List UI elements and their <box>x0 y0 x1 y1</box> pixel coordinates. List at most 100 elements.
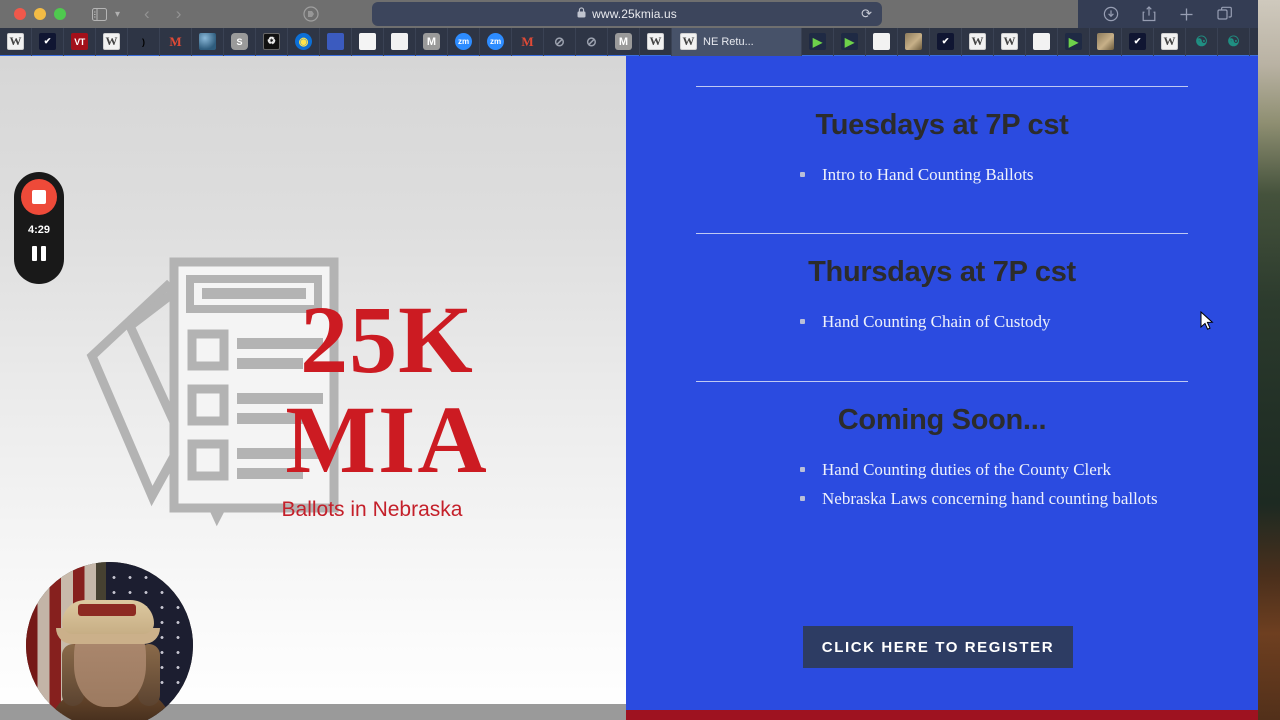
w-icon: W <box>7 33 24 50</box>
logo-line-1: 25K <box>300 286 474 393</box>
bookmark-item[interactable] <box>866 27 898 56</box>
bookmark-item[interactable]: M <box>512 27 544 56</box>
stop-recording-icon[interactable] <box>21 179 57 215</box>
chevron-down-icon[interactable]: ▾ <box>115 9 120 20</box>
privacy-shield-icon[interactable] <box>303 6 319 22</box>
bookmark-item[interactable]: W <box>994 27 1026 56</box>
bookmark-item[interactable]: ▶ <box>1058 27 1090 56</box>
bookmark-item[interactable]: ✔ <box>1122 27 1154 56</box>
bookmark-item[interactable]: ⊘ <box>544 27 576 56</box>
bookmark-item[interactable]: zm <box>480 27 512 56</box>
cap-band <box>78 604 136 616</box>
bookmark-item[interactable] <box>1026 27 1058 56</box>
reload-icon[interactable]: ⟳ <box>861 6 872 22</box>
browser-toolbar: ▾ ‹ › www.25kmia.us ⟳ <box>0 0 1258 28</box>
list-item: Hand Counting duties of the County Clerk <box>800 458 1258 483</box>
bookmark-item[interactable] <box>192 27 224 56</box>
bookmark-item[interactable]: ⊘ <box>576 27 608 56</box>
bookmark-item[interactable]: ✔ <box>32 27 64 56</box>
active-tab[interactable]: W NE Retu... <box>672 27 802 56</box>
bookmark-item[interactable]: W <box>1154 27 1186 56</box>
tab-list: ▶▶✔WW▶✔W☯☯☯☯ <box>802 27 1258 56</box>
zoom-icon: zm <box>487 33 504 50</box>
photo-icon <box>905 33 922 50</box>
register-button[interactable]: CLICK HERE TO REGISTER <box>803 626 1073 668</box>
w-icon: W <box>680 33 697 50</box>
sidebar-toggle-icon[interactable] <box>92 7 107 21</box>
app-icon: ♻ <box>263 33 280 50</box>
checkmark-icon: ✔ <box>1129 33 1146 50</box>
bookmark-list: W ✔ VT W) M S ♻ ◉ Mzm zm M ⊘ ⊘ M W <box>0 27 672 56</box>
s-icon: S <box>231 33 248 50</box>
bookmark-item[interactable]: S <box>224 27 256 56</box>
new-tab-icon[interactable] <box>1179 7 1194 22</box>
screen-recorder-widget[interactable]: 4:29 <box>14 172 64 284</box>
maximize-window-button[interactable] <box>54 8 66 20</box>
w-icon: W <box>1001 33 1018 50</box>
bookmark-item[interactable]: W <box>96 27 128 56</box>
list-item: Nebraska Laws concerning hand counting b… <box>800 487 1258 512</box>
back-arrow-icon[interactable]: ‹ <box>144 4 150 24</box>
bookmark-item[interactable]: ☯ <box>1218 27 1250 56</box>
bookmark-item[interactable]: zm <box>448 27 480 56</box>
bookmark-item[interactable]: W <box>962 27 994 56</box>
section-heading: Thursdays at 7P cst <box>808 256 1076 288</box>
checkmark-icon: ✔ <box>937 33 954 50</box>
skype-icon: ☯ <box>1257 33 1258 50</box>
pen-icon <box>1033 33 1050 50</box>
w-icon: W <box>969 33 986 50</box>
bookmark-item[interactable]: ☯ <box>1250 28 1258 56</box>
bookmark-item[interactable]: ☯ <box>1186 27 1218 56</box>
bookmark-item[interactable]: ) <box>128 27 160 56</box>
w-icon: W <box>1161 33 1178 50</box>
bookmark-item[interactable] <box>352 27 384 56</box>
tab-overview-icon[interactable] <box>1217 6 1233 22</box>
bookmark-item[interactable]: ♻ <box>256 27 288 56</box>
lock-icon <box>577 5 586 23</box>
mouse-pointer <box>1200 311 1214 330</box>
bookmark-item[interactable]: ✔ <box>930 27 962 56</box>
bookmark-item[interactable]: M <box>608 27 640 56</box>
forward-arrow-icon[interactable]: › <box>176 4 182 24</box>
footer-red-strip <box>626 710 1258 720</box>
section-item-list: Hand Counting Chain of Custody <box>626 310 1258 335</box>
bookmark-item[interactable]: VT <box>64 27 96 56</box>
bookmark-item[interactable] <box>1090 27 1122 56</box>
bookmark-item[interactable]: ▶ <box>834 27 866 56</box>
safari-icon: ⊘ <box>586 33 597 49</box>
checkmark-icon: ✔ <box>39 33 56 50</box>
url-text: www.25kmia.us <box>592 7 677 21</box>
blue-circle-icon: ◉ <box>295 33 312 50</box>
section-divider <box>696 381 1188 382</box>
window-controls[interactable] <box>14 8 66 20</box>
bookmark-item[interactable]: W <box>640 27 672 56</box>
minimize-window-button[interactable] <box>34 8 46 20</box>
list-item: Hand Counting Chain of Custody <box>800 310 1258 335</box>
right-content-pane: Tuesdays at 7P cst Intro to Hand Counting… <box>626 56 1258 720</box>
bookmark-item[interactable]: ▶ <box>802 27 834 56</box>
play-icon: ▶ <box>841 33 858 50</box>
download-icon[interactable] <box>1103 6 1119 22</box>
close-window-button[interactable] <box>14 8 26 20</box>
bookmark-item[interactable] <box>384 27 416 56</box>
logo-line-2: MIA <box>285 386 489 493</box>
bookmark-item[interactable]: W <box>0 27 32 56</box>
section-divider <box>696 86 1188 87</box>
pen-icon <box>391 33 408 50</box>
globe-icon <box>199 33 216 50</box>
bookmark-item[interactable]: ◉ <box>288 27 320 56</box>
swoosh-icon: ) <box>142 36 145 47</box>
bookmark-item[interactable] <box>320 27 352 56</box>
address-bar[interactable]: www.25kmia.us ⟳ <box>372 2 882 26</box>
schedule-section: Coming Soon... Hand Counting duties of th… <box>626 381 1258 515</box>
share-icon[interactable] <box>1142 6 1156 22</box>
bookmark-item[interactable]: M <box>416 27 448 56</box>
webcam-bubble[interactable] <box>26 562 193 720</box>
pause-recording-icon[interactable] <box>32 246 46 261</box>
bookmark-item[interactable] <box>898 27 930 56</box>
bookmark-item[interactable]: M <box>160 27 192 56</box>
recording-timer: 4:29 <box>27 224 51 236</box>
grid-icon <box>327 33 344 50</box>
section-heading: Coming Soon... <box>837 404 1047 436</box>
m-icon: M <box>615 33 632 50</box>
